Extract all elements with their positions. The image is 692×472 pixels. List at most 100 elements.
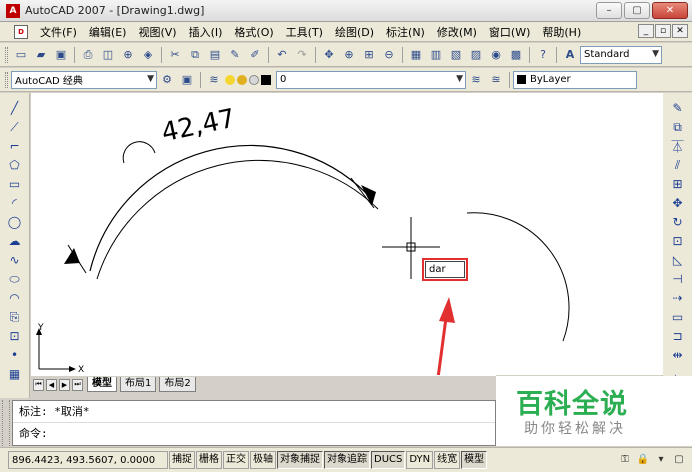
design-center-icon[interactable]: ▥: [427, 46, 445, 64]
sheet-set-icon[interactable]: ▨: [467, 46, 485, 64]
menu-tools[interactable]: 工具(T): [280, 24, 329, 40]
layer-manager-icon[interactable]: ≋: [205, 71, 223, 89]
calculator-icon[interactable]: ▩: [507, 46, 525, 64]
chevron-down-icon[interactable]: ▾: [654, 452, 668, 466]
copy-object-icon[interactable]: ⧉: [669, 118, 687, 136]
clean-screen-icon[interactable]: ▢: [672, 452, 686, 466]
polar-toggle[interactable]: 极轴: [250, 451, 276, 469]
minimize-button[interactable]: –: [596, 2, 622, 19]
mirror-icon[interactable]: ⏄: [669, 137, 687, 155]
polygon-icon[interactable]: ⬠: [6, 156, 24, 174]
arc-icon[interactable]: ◜: [6, 194, 24, 212]
extend-icon[interactable]: ⇢: [669, 289, 687, 307]
layer-select[interactable]: 0 ▼: [276, 70, 466, 89]
grid-toggle[interactable]: 栅格: [196, 451, 222, 469]
toolbar-grip[interactable]: [5, 46, 8, 63]
scale-icon[interactable]: ⊡: [669, 232, 687, 250]
menu-insert[interactable]: 插入(I): [183, 24, 229, 40]
make-current-layer-icon[interactable]: ≋: [467, 71, 485, 89]
undo-icon[interactable]: ↶: [273, 46, 291, 64]
layer-on-icon[interactable]: [225, 74, 235, 85]
snap-toggle[interactable]: 捕捉: [169, 451, 195, 469]
drawing-canvas[interactable]: 42,47 Y X dar: [31, 93, 663, 375]
offset-icon[interactable]: ⫽: [669, 156, 687, 174]
text-style-select[interactable]: Standard ▼: [580, 45, 662, 64]
layer-previous-icon[interactable]: ≊: [487, 71, 505, 89]
dynamic-input-field[interactable]: dar: [425, 261, 465, 278]
layer-lock-icon[interactable]: [249, 74, 259, 85]
break-icon[interactable]: ▭: [669, 308, 687, 326]
first-tab-icon[interactable]: ⏮: [33, 378, 44, 391]
make-block-icon[interactable]: ⊡: [6, 327, 24, 345]
last-tab-icon[interactable]: ⏭: [72, 378, 83, 391]
revision-cloud-icon[interactable]: ☁: [6, 232, 24, 250]
close-button[interactable]: ✕: [652, 2, 688, 19]
osnap-toggle[interactable]: 对象捕捉: [277, 451, 323, 469]
menu-view[interactable]: 视图(V): [132, 24, 182, 40]
zoom-realtime-icon[interactable]: ⊕: [340, 46, 358, 64]
3d-dwf-icon[interactable]: ◈: [139, 46, 157, 64]
tab-layout2[interactable]: 布局2: [159, 377, 196, 392]
insert-block-icon[interactable]: ⎘: [6, 308, 24, 326]
save-icon[interactable]: ▣: [52, 46, 70, 64]
autocad-app-icon[interactable]: A: [6, 3, 20, 18]
color-select[interactable]: ByLayer: [513, 70, 637, 89]
array-icon[interactable]: ⊞: [669, 175, 687, 193]
construction-line-icon[interactable]: ⟋: [6, 118, 24, 136]
preview-icon[interactable]: ◫: [99, 46, 117, 64]
maximize-button[interactable]: ▢: [624, 2, 650, 19]
menu-modify[interactable]: 修改(M): [431, 24, 483, 40]
menu-edit[interactable]: 编辑(E): [83, 24, 133, 40]
command-window[interactable]: 标注: *取消* 命令:: [12, 400, 496, 446]
menu-file[interactable]: 文件(F): [34, 24, 83, 40]
point-icon[interactable]: •: [6, 346, 24, 364]
workspace-settings-icon[interactable]: ⚙: [158, 71, 176, 89]
otrack-toggle[interactable]: 对象追踪: [324, 451, 370, 469]
document-icon[interactable]: D: [14, 24, 28, 39]
tool-palettes-icon[interactable]: ▧: [447, 46, 465, 64]
line-icon[interactable]: ╱: [6, 99, 24, 117]
cut-icon[interactable]: ✂: [166, 46, 184, 64]
layer-freeze-icon[interactable]: [237, 74, 247, 85]
save-workspace-icon[interactable]: ▣: [178, 71, 196, 89]
coordinate-readout[interactable]: 896.4423, 493.5607, 0.0000: [8, 451, 168, 469]
lock-icon[interactable]: 🔒: [636, 452, 650, 466]
lineweight-toggle[interactable]: 线宽: [434, 451, 461, 469]
command-window-grip[interactable]: [2, 400, 10, 446]
erase-icon[interactable]: ✎: [669, 99, 687, 117]
menu-window[interactable]: 窗口(W): [483, 24, 536, 40]
paste-icon[interactable]: ▤: [206, 46, 224, 64]
doc-minimize-button[interactable]: _: [638, 24, 654, 38]
doc-close-button[interactable]: ✕: [672, 24, 688, 38]
publish-icon[interactable]: ⊕: [119, 46, 137, 64]
tab-model[interactable]: 模型: [87, 377, 117, 392]
stretch-icon[interactable]: ◺: [669, 251, 687, 269]
block-editor-icon[interactable]: ✐: [246, 46, 264, 64]
markup-icon[interactable]: ◉: [487, 46, 505, 64]
new-icon[interactable]: ▭: [12, 46, 30, 64]
hatch-icon[interactable]: ▦: [6, 365, 24, 383]
text-style-icon[interactable]: A: [561, 46, 579, 64]
pan-icon[interactable]: ✥: [320, 46, 338, 64]
toolbar-grip[interactable]: [5, 71, 8, 88]
match-properties-icon[interactable]: ✎: [226, 46, 244, 64]
print-icon[interactable]: ⎙: [79, 46, 97, 64]
zoom-previous-icon[interactable]: ⊖: [380, 46, 398, 64]
rectangle-icon[interactable]: ▭: [6, 175, 24, 193]
chamfer-icon[interactable]: ⇹: [669, 346, 687, 364]
polyline-icon[interactable]: ⌐: [6, 137, 24, 155]
menu-draw[interactable]: 绘图(D): [329, 24, 380, 40]
command-prompt[interactable]: 命令:: [13, 422, 495, 443]
menu-dimension[interactable]: 标注(N): [380, 24, 431, 40]
zoom-window-icon[interactable]: ⊞: [360, 46, 378, 64]
open-icon[interactable]: ▰: [32, 46, 50, 64]
spline-icon[interactable]: ∿: [6, 251, 24, 269]
rotate-icon[interactable]: ↻: [669, 213, 687, 231]
properties-icon[interactable]: ▦: [407, 46, 425, 64]
trim-icon[interactable]: ⊣: [669, 270, 687, 288]
dyn-toggle[interactable]: DYN: [406, 451, 434, 469]
join-icon[interactable]: ⊐: [669, 327, 687, 345]
tab-layout1[interactable]: 布局1: [120, 377, 157, 392]
layer-color-icon[interactable]: [261, 74, 271, 85]
prev-tab-icon[interactable]: ◀: [46, 378, 57, 391]
